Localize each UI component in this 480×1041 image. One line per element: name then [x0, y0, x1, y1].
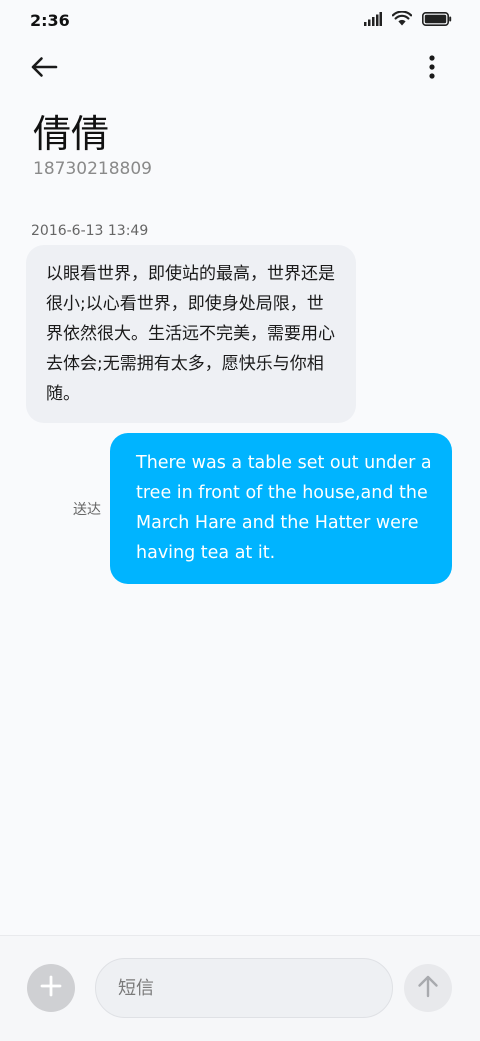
- message-input[interactable]: [95, 958, 393, 1018]
- outgoing-message-bubble[interactable]: There was a table set out under a tree i…: [110, 433, 452, 584]
- incoming-message-bubble[interactable]: 以眼看世界，即使站的最高，世界还是很小;以心看世界，即使身处局限，世界依然很大。…: [26, 245, 356, 423]
- back-button[interactable]: [30, 50, 74, 88]
- contact-name: 倩倩: [33, 112, 110, 156]
- status-time: 2:36: [30, 11, 70, 30]
- arrow-up-icon: [417, 974, 439, 1002]
- message-timestamp: 2016-6-13 13:49: [31, 223, 149, 239]
- more-options-button[interactable]: [420, 50, 444, 88]
- more-vertical-icon: [429, 55, 435, 83]
- battery-icon: [422, 11, 452, 26]
- contact-number: 18730218809: [33, 159, 152, 179]
- wifi-icon: [392, 11, 412, 26]
- arrow-left-icon: [30, 56, 58, 82]
- status-icons: [364, 11, 452, 26]
- plus-icon: [40, 975, 62, 1001]
- add-attachment-button[interactable]: [27, 964, 75, 1012]
- send-button[interactable]: [404, 964, 452, 1012]
- signal-icon: [364, 11, 382, 26]
- delivery-status: 送达: [73, 502, 101, 518]
- status-bar: 2:36: [0, 0, 480, 40]
